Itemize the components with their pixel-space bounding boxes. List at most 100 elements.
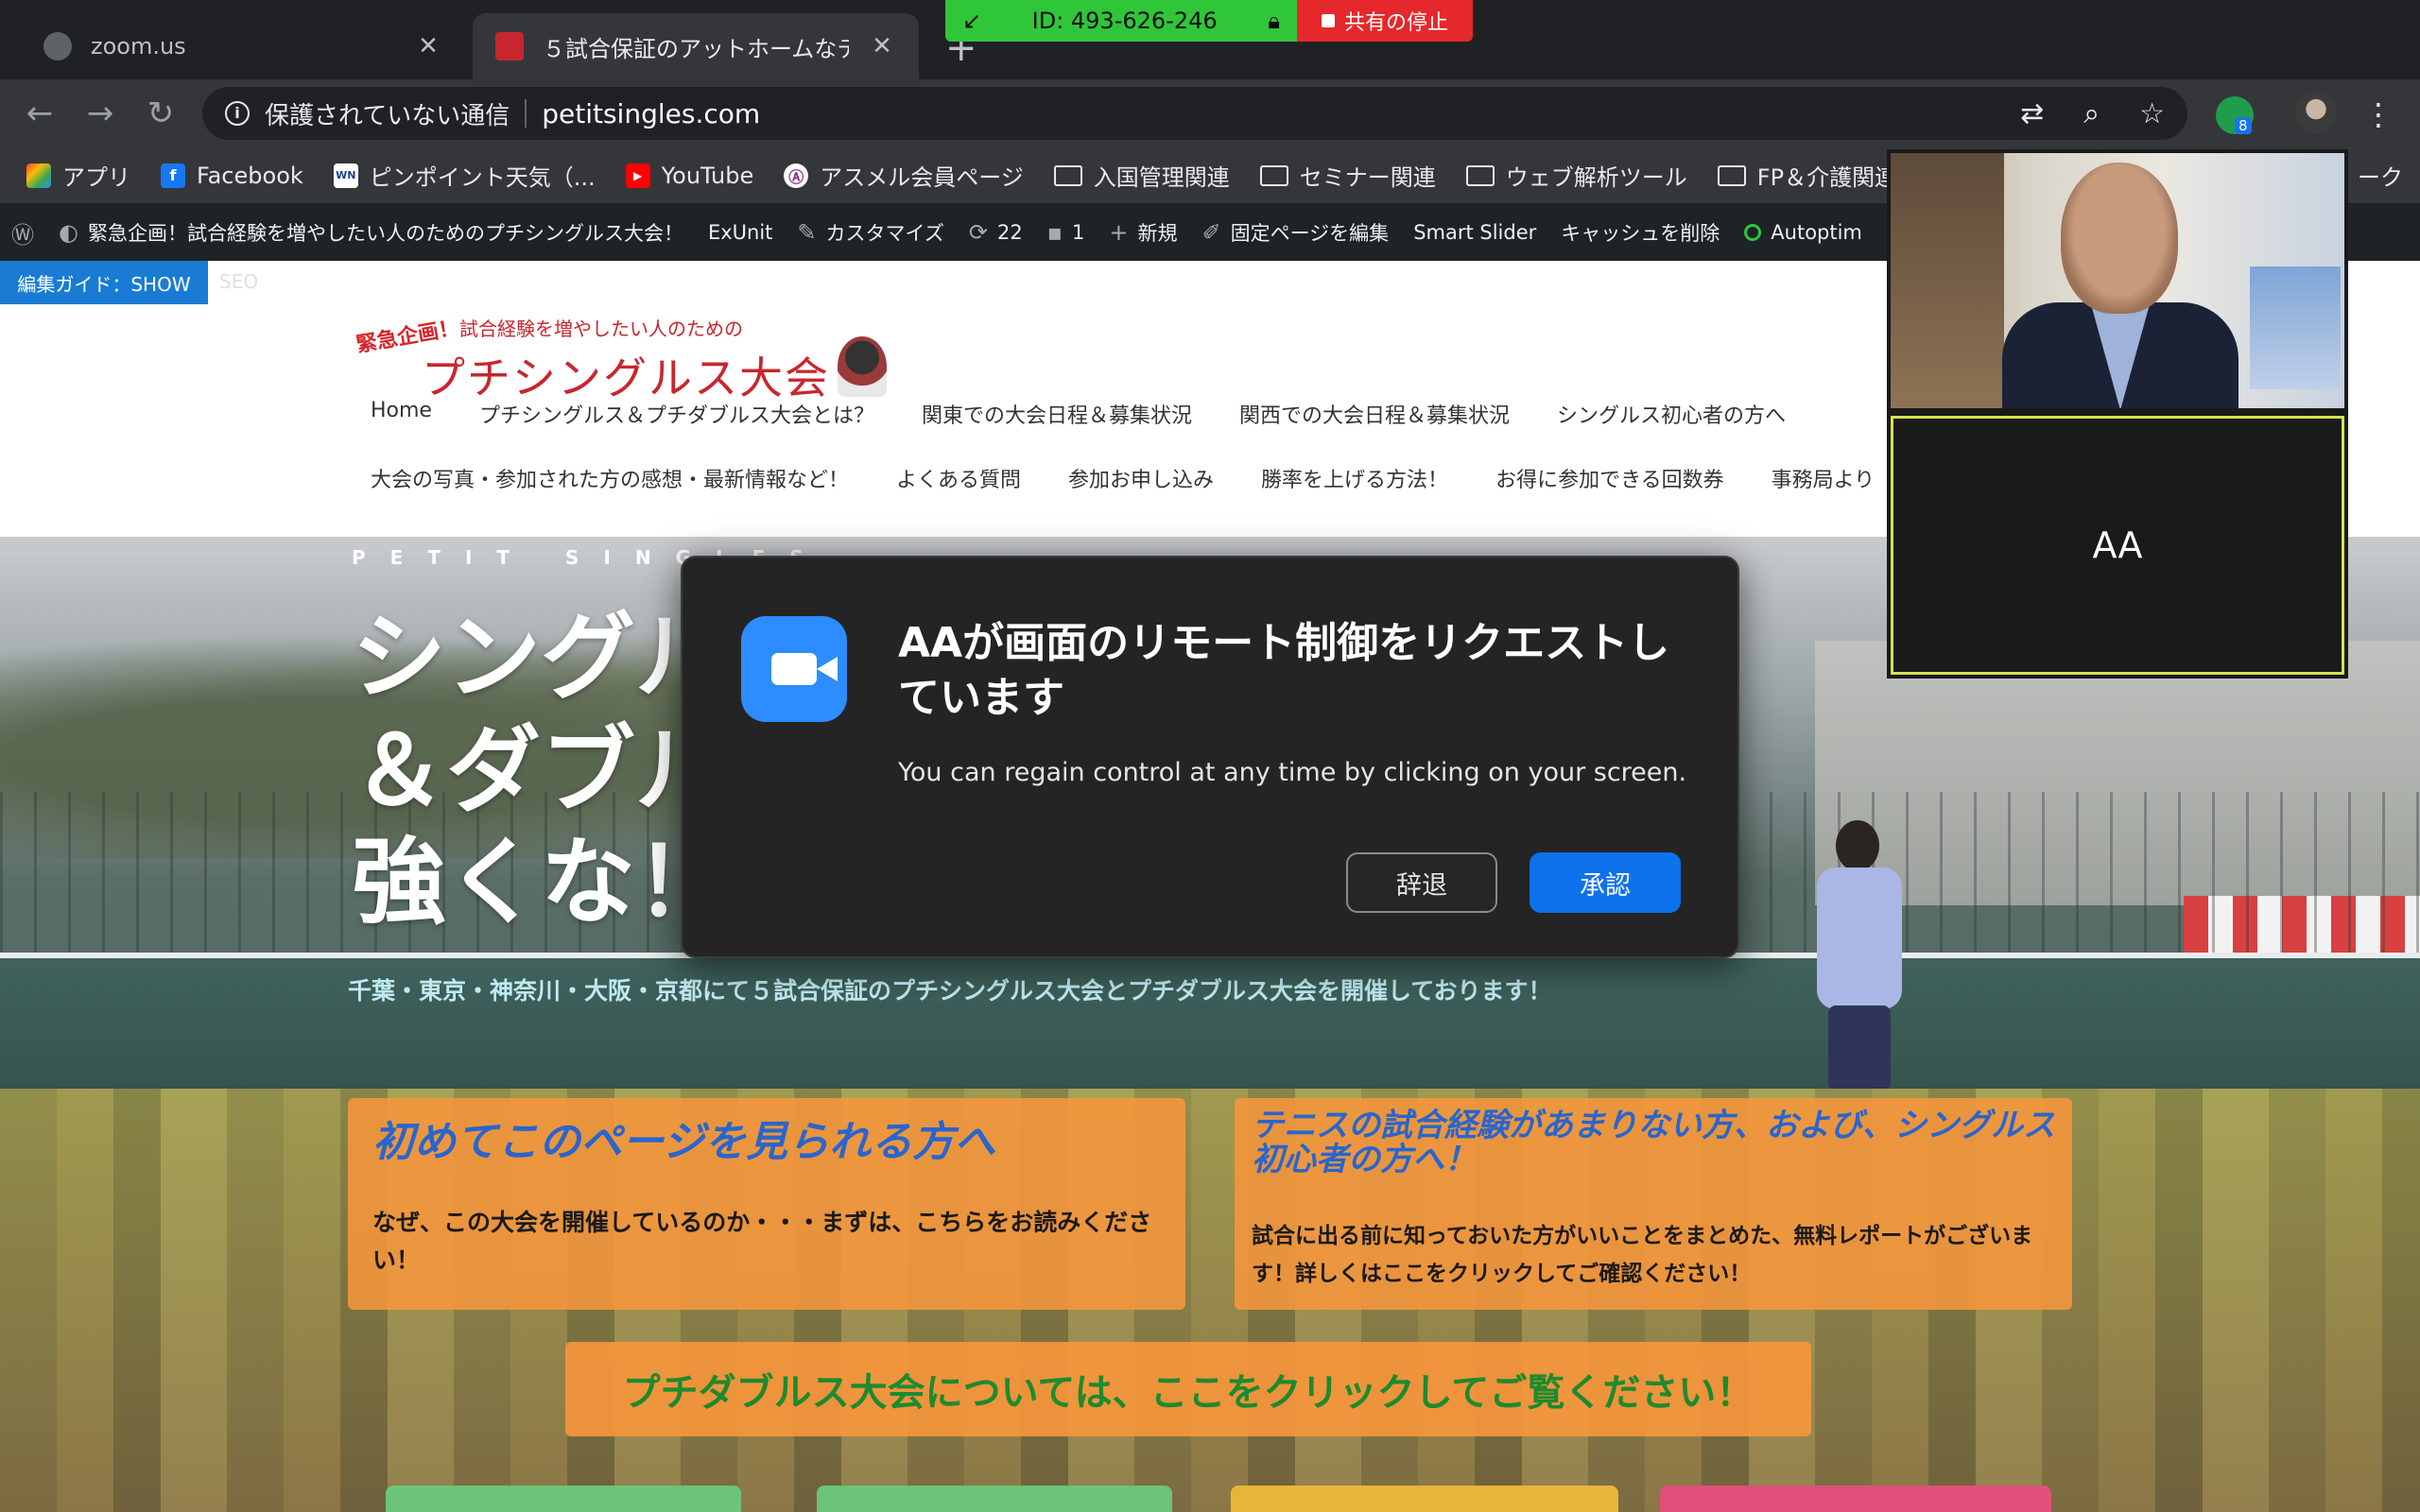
logo-subtitle: 試合経験を増やしたい人のための [459, 318, 743, 340]
bookmark-folder-other[interactable]: ーク [2358, 159, 2403, 192]
decline-button[interactable]: 辞退 [1346, 852, 1497, 913]
wordpress-icon[interactable]: Ⓦ [11, 216, 34, 249]
promo-body: なぜ、この大会を開催しているのか・・・まずは、こちらをお読みください！ [372, 1209, 1152, 1274]
bottom-nav-button[interactable] [1660, 1486, 2051, 1512]
bookmark-folder-seminar[interactable]: セミナー関連 [1259, 159, 1436, 192]
wp-item-label: Autoptim [1771, 221, 1862, 244]
bookmark-youtube[interactable]: ▶ YouTube [625, 162, 754, 189]
bookmark-folder-immigration[interactable]: 入国管理関連 [1053, 159, 1230, 192]
bookmark-star-icon[interactable]: ☆ [2139, 97, 2165, 130]
zoom-share-bar: ↙ ID: 493-626-246 🔒︎ 共有の停止 [945, 0, 1473, 42]
participant-video-tile[interactable]: AA [1891, 416, 2344, 675]
nav-photos[interactable]: 大会の写真・参加された方の感想・最新情報など！ [371, 463, 849, 493]
divider [525, 99, 527, 128]
dashboard-icon: ◐ [59, 219, 78, 246]
mascot-icon [838, 336, 887, 397]
nav-win-rate[interactable]: 勝率を上げる方法！ [1261, 463, 1448, 493]
reload-icon[interactable]: ↻ [140, 93, 182, 134]
bookmark-label: ウェブ解析ツール [1505, 164, 1687, 191]
nav-faq[interactable]: よくある質問 [896, 463, 1021, 493]
zoom-video-panel[interactable]: AA [1887, 149, 2348, 679]
bookmark-apps[interactable]: アプリ [26, 159, 130, 192]
main-nav-row-1: Home プチシングルス＆プチダブルス大会とは？ 関東での大会日程＆募集状況 関… [371, 399, 1786, 429]
asumeru-icon: Ⓐ [784, 163, 809, 188]
nav-office[interactable]: 事務局より [1772, 463, 1876, 493]
nav-apply[interactable]: 参加お申し込み [1068, 463, 1214, 493]
wp-clear-cache[interactable]: キャッシュを削除 [1561, 218, 1720, 247]
wp-site-name[interactable]: ◐ 緊急企画！試合経験を増やしたい人のためのプチシングルス大会！ [59, 218, 683, 247]
drag-arrow-icon: ↙ [962, 8, 982, 34]
tab-zoom[interactable]: zoom.us ✕ [21, 13, 465, 79]
wp-site-label: 緊急企画！試合経験を増やしたい人のためのプチシングルス大会！ [87, 222, 683, 245]
wp-autoptimize[interactable]: Autoptim [1744, 221, 1862, 244]
info-icon[interactable]: i [225, 101, 250, 126]
nav-kansai-schedule[interactable]: 関西での大会日程＆募集状況 [1239, 399, 1510, 429]
address-bar[interactable]: i 保護されていない通信 petitsingles.com ⇄ ⌕ ☆ [202, 87, 2187, 140]
meeting-id: ID: 493-626-246 [1031, 8, 1218, 34]
bottom-nav-button[interactable] [1231, 1486, 1618, 1512]
bookmark-asumeru[interactable]: Ⓐ アスメル会員ページ [784, 159, 1024, 192]
stop-share-label: 共有の停止 [1343, 11, 1448, 35]
youtube-icon: ▶ [625, 163, 650, 188]
wp-item-label: 1 [1072, 221, 1085, 244]
nav-about[interactable]: プチシングルス＆プチダブルス大会とは？ [479, 399, 874, 429]
url-text[interactable]: petitsingles.com [542, 98, 1980, 129]
bottom-nav-button[interactable] [386, 1486, 741, 1512]
doubles-info-banner[interactable]: プチダブルス大会については、ここをクリックしてご覧ください！ [565, 1342, 1811, 1436]
tab-petitsingles[interactable]: ５試合保証のアットホームなテニス ✕ [473, 13, 919, 79]
bookmark-facebook[interactable]: f Facebook [161, 163, 303, 189]
more-menu-icon[interactable]: ⋮ [2363, 96, 2394, 132]
forward-icon[interactable]: → [79, 93, 121, 134]
wp-exunit[interactable]: ExUnit [708, 221, 772, 244]
bookmark-weather[interactable]: WN ピンポイント天気（... [333, 159, 596, 192]
edit-guide-button[interactable]: 編集ガイド：SHOW [0, 261, 208, 304]
folder-icon [1259, 164, 1288, 186]
apps-grid-icon [26, 163, 51, 188]
back-icon[interactable]: ← [19, 93, 60, 134]
promo-title: 初めてこのページを見られる方へ [372, 1118, 996, 1166]
zoom-magnifier-icon[interactable]: ⌕ [2083, 97, 2100, 130]
security-status[interactable]: 保護されていない通信 [265, 96, 510, 131]
nav-beginners[interactable]: シングルス初心者の方へ [1557, 399, 1786, 429]
lock-icon: 🔒︎ [1268, 8, 1280, 34]
bookmark-label: YouTube [661, 162, 754, 189]
wp-item-label: Smart Slider [1413, 221, 1537, 244]
bookmark-label: Facebook [197, 162, 303, 189]
first-visit-promo[interactable]: 初めてこのページを見られる方へ なぜ、この大会を開催しているのか・・・まずは、こ… [348, 1098, 1185, 1310]
meeting-id-pill[interactable]: ↙ ID: 493-626-246 🔒︎ [945, 0, 1297, 42]
weather-icon: WN [333, 163, 358, 188]
hero-heading-line-3: 強くな！ [352, 827, 730, 937]
beginner-report-promo[interactable]: テニスの試合経験があまりない方、および、シングルス初心者の方へ！ 試合に出る前に… [1235, 1098, 2072, 1310]
self-video-tile[interactable] [1891, 153, 2344, 408]
seo-label: SEO [219, 270, 259, 293]
approve-button[interactable]: 承認 [1530, 852, 1681, 913]
nav-home[interactable]: Home [371, 399, 432, 429]
browser-toolbar: ← → ↻ i 保護されていない通信 petitsingles.com ⇄ ⌕ … [0, 79, 2420, 147]
close-icon[interactable]: ✕ [414, 32, 442, 60]
site-logo[interactable]: 緊急企画！ 試合経験を増やしたい人のための プチシングルス大会！ [354, 299, 894, 404]
close-icon[interactable]: ✕ [868, 32, 896, 60]
wp-item-label: ExUnit [707, 221, 773, 244]
dialog-title: AAが画面のリモート制御をリクエストしています [898, 619, 1670, 722]
wp-comments[interactable]: ▪ 1 [1047, 219, 1085, 246]
wp-new[interactable]: + 新規 [1109, 218, 1177, 247]
bottom-nav-button[interactable] [817, 1486, 1172, 1512]
folder-icon [1465, 164, 1495, 186]
stop-share-button[interactable]: 共有の停止 [1297, 0, 1473, 42]
logo-title: プチシングルス大会！ [422, 352, 875, 404]
bookmark-label: FP＆介護関連 [1756, 164, 1898, 191]
bookmark-folder-fp[interactable]: FP＆介護関連 [1717, 159, 1898, 192]
pencil-icon: ✐ [1201, 219, 1221, 246]
translate-icon[interactable]: ⇄ [2020, 97, 2044, 130]
nav-tickets[interactable]: お得に参加できる回数券 [1495, 463, 1724, 493]
remote-control-request-dialog: AAが画面のリモート制御をリクエストしています You can regain c… [681, 556, 1739, 958]
wp-smart-slider[interactable]: Smart Slider [1413, 221, 1536, 244]
wp-item-label: 新規 [1137, 222, 1178, 245]
wp-updates[interactable]: ⟳ 22 [969, 219, 1023, 246]
bookmark-folder-analytics[interactable]: ウェブ解析ツール [1465, 159, 1687, 192]
wp-customize[interactable]: ✎ カスタマイズ [797, 218, 943, 247]
profile-avatar[interactable] [2295, 93, 2337, 134]
wp-edit-page[interactable]: ✐ 固定ページを編集 [1201, 218, 1389, 247]
wp-item-label: 22 [997, 221, 1023, 244]
nav-kanto-schedule[interactable]: 関東での大会日程＆募集状況 [922, 399, 1192, 429]
